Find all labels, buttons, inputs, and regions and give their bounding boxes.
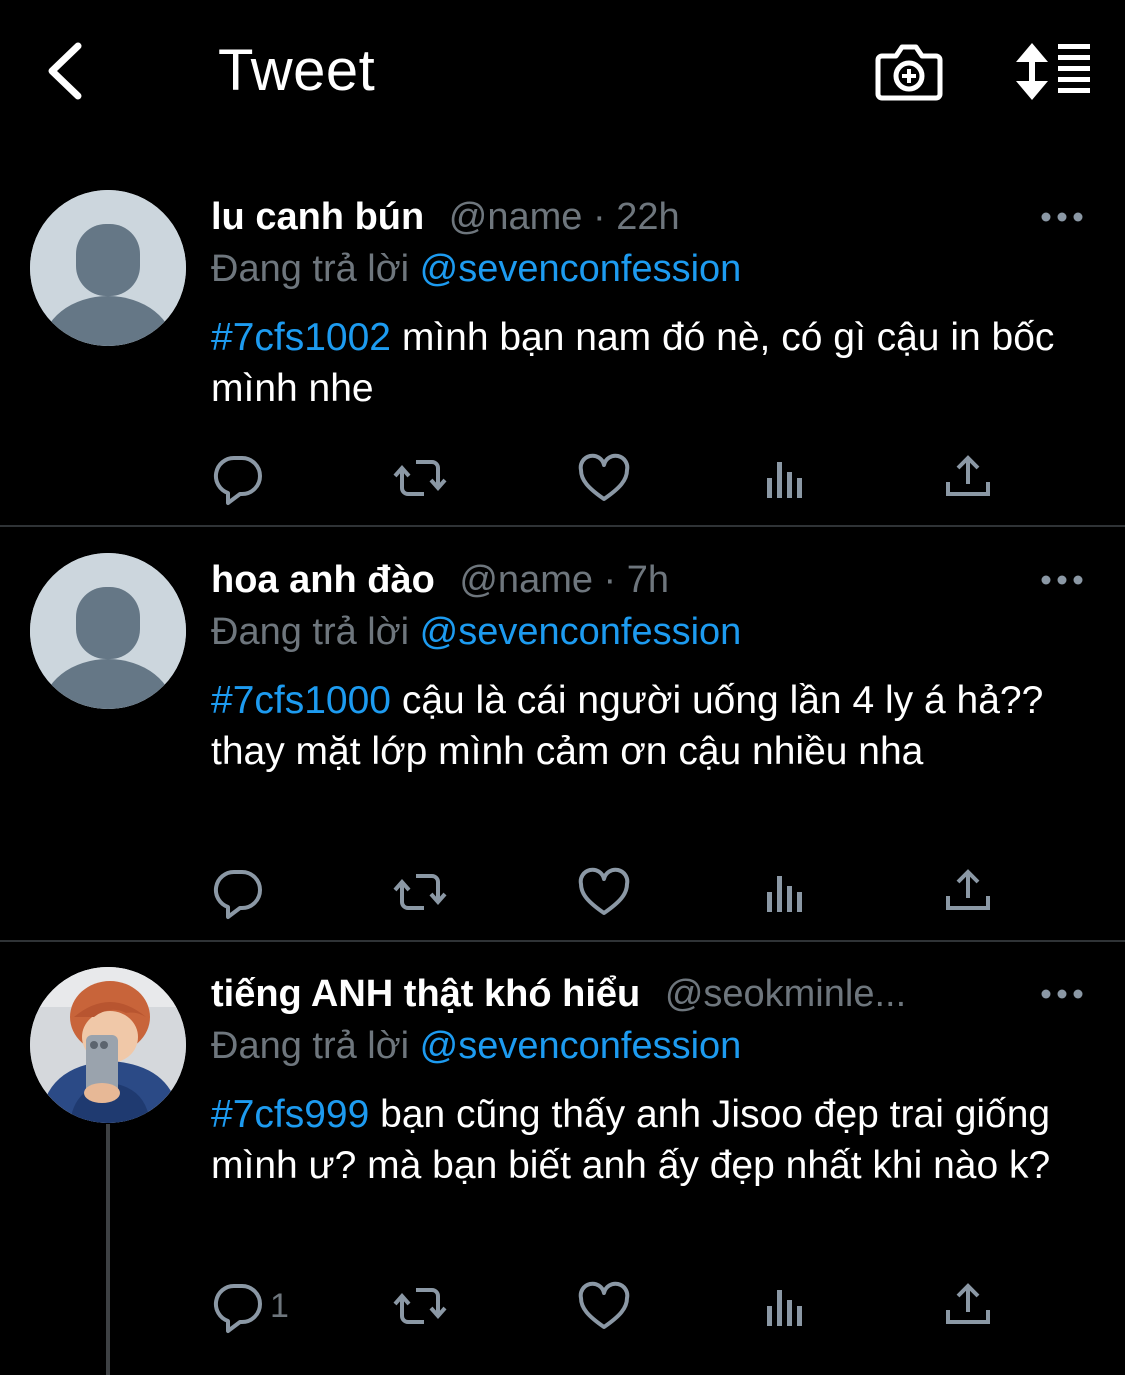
chevron-left-icon: [48, 42, 82, 100]
replying-to-label: Đang trả lời: [211, 1025, 420, 1067]
reply-bubble-icon: [213, 1283, 262, 1333]
top-bar: Tweet: [0, 0, 1125, 140]
camera-button[interactable]: [874, 38, 944, 104]
more-options-button[interactable]: [1040, 207, 1084, 227]
avatar[interactable]: [30, 553, 186, 709]
mention-link[interactable]: @sevenconfession: [420, 611, 742, 653]
display-name[interactable]: hoa anh đào: [211, 559, 435, 601]
mention-link[interactable]: @sevenconfession: [420, 248, 742, 290]
more-options-button[interactable]: [1040, 570, 1084, 590]
hashtag-link[interactable]: #7cfs999: [211, 1093, 369, 1136]
more-dots-icon: [1041, 989, 1083, 999]
default-avatar-icon: [30, 190, 186, 346]
back-button[interactable]: [40, 38, 96, 104]
share-button[interactable]: [944, 448, 992, 508]
dot-separator: ·: [582, 196, 617, 238]
share-icon: [946, 455, 990, 496]
retweet-button[interactable]: [392, 862, 448, 922]
avatar[interactable]: [30, 190, 186, 346]
bar-chart-icon: [767, 1290, 802, 1326]
like-button[interactable]: [578, 448, 630, 508]
divider: [0, 525, 1125, 527]
thread-connector: [106, 1124, 110, 1375]
analytics-button[interactable]: [764, 448, 808, 508]
handle: @name: [459, 559, 593, 601]
tweet-header: tiếng ANH thật khó hiểu @seokminle...: [211, 967, 906, 1021]
share-icon: [946, 869, 990, 910]
sort-button[interactable]: [1012, 38, 1094, 104]
share-button[interactable]: [944, 862, 992, 922]
timestamp: 22h: [616, 196, 680, 238]
hashtag-link[interactable]: #7cfs1000: [211, 679, 391, 722]
camera-plus-icon: [875, 44, 943, 101]
more-dots-icon: [1041, 575, 1083, 585]
like-button[interactable]: [578, 1276, 630, 1336]
more-options-button[interactable]: [1040, 984, 1084, 1004]
retweet-icon: [393, 460, 447, 496]
display-name[interactable]: tiếng ANH thật khó hiểu: [211, 973, 640, 1015]
photo-avatar-icon: [30, 967, 186, 1123]
share-button[interactable]: [944, 1276, 992, 1336]
hashtag-link[interactable]: #7cfs1002: [211, 316, 391, 359]
tweet-text: #7cfs1002 mình bạn nam đó nè, có gì cậu …: [211, 312, 1091, 414]
replying-to-label: Đang trả lời: [211, 248, 420, 290]
divider: [0, 940, 1125, 942]
dot-separator: ·: [593, 559, 627, 601]
tweet-text: #7cfs1000 cậu là cái người uống lần 4 ly…: [211, 675, 1091, 777]
more-dots-icon: [1041, 212, 1083, 222]
action-bar: [0, 862, 1125, 922]
reply-button[interactable]: [212, 448, 264, 508]
display-name[interactable]: lu canh bún: [211, 196, 424, 238]
replying-to: Đang trả lời @sevenconfession: [211, 1020, 741, 1072]
default-avatar-icon: [30, 553, 186, 709]
retweet-button[interactable]: [392, 1276, 448, 1336]
handle: @name: [448, 196, 583, 238]
reply-button[interactable]: 1: [212, 1276, 312, 1336]
reply-count: 1: [270, 1287, 289, 1325]
action-bar: 1: [0, 1276, 1125, 1336]
heart-icon: [578, 867, 630, 915]
like-button[interactable]: [578, 862, 630, 922]
tweet-text: #7cfs999 bạn cũng thấy anh Jisoo đẹp tra…: [211, 1089, 1091, 1191]
heart-icon: [578, 1281, 630, 1329]
share-icon: [946, 1283, 990, 1324]
analytics-button[interactable]: [764, 1276, 808, 1336]
page-title: Tweet: [218, 38, 376, 103]
heart-icon: [578, 453, 630, 501]
action-bar: [0, 448, 1125, 508]
retweet-button[interactable]: [392, 448, 448, 508]
sort-list-icon: [1016, 43, 1090, 100]
tweet-header: lu canh bún @name · 22h: [211, 190, 680, 244]
timestamp: 7h: [626, 559, 670, 601]
mention-link[interactable]: @sevenconfession: [420, 1025, 742, 1067]
analytics-button[interactable]: [764, 862, 808, 922]
avatar[interactable]: [30, 967, 186, 1123]
bar-chart-icon: [767, 876, 802, 912]
retweet-icon: [393, 874, 447, 910]
bar-chart-icon: [767, 462, 802, 498]
handle: @seokminle...: [664, 973, 907, 1015]
reply-bubble-icon: [213, 869, 262, 919]
replying-to-label: Đang trả lời: [211, 611, 420, 653]
replying-to: Đang trả lời @sevenconfession: [211, 243, 741, 295]
tweet-header: hoa anh đào @name · 7h: [211, 553, 669, 607]
reply-bubble-icon: [213, 455, 262, 505]
replying-to: Đang trả lời @sevenconfession: [211, 606, 741, 658]
reply-button[interactable]: [212, 862, 264, 922]
retweet-icon: [393, 1288, 447, 1324]
